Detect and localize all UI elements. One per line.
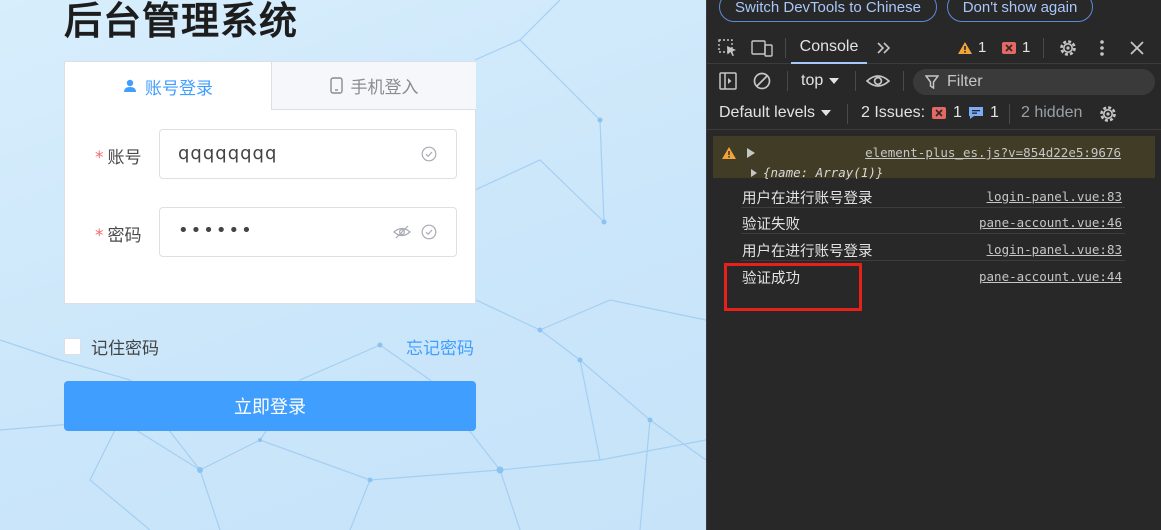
user-icon [123, 79, 137, 93]
error-count: 1 [1022, 39, 1031, 56]
chevron-double-right-icon[interactable] [873, 38, 895, 58]
devtools-info-bar: Switch DevTools to Chinese Don't show ag… [707, 0, 1161, 28]
warning-triangle-icon [958, 41, 972, 54]
console-warning: element-plus_es.js?v=854d22e5:9676 {name… [713, 136, 1155, 180]
log-source-link[interactable]: login-panel.vue:83 [987, 242, 1122, 257]
toolbar-separator [903, 71, 904, 91]
password-label: * 密码 [95, 221, 142, 246]
devtools-tabbar: Console 1 1 [707, 32, 1161, 64]
log-source-link[interactable]: pane-account.vue:46 [979, 215, 1122, 230]
issues-label: 2 Issues: [861, 104, 926, 121]
issues-button[interactable]: 2 Issues: 1 1 [861, 104, 999, 122]
log-message: 验证失败 [742, 217, 800, 233]
close-icon[interactable] [1127, 38, 1147, 58]
toolbar-separator [855, 71, 856, 91]
check-circle-icon [421, 146, 439, 164]
filter-placeholder: Filter [947, 73, 983, 90]
forgot-password-link[interactable]: 忘记密码 [406, 334, 474, 359]
log-message: 用户在进行账号登录 [742, 244, 873, 260]
log-source-link[interactable]: login-panel.vue:83 [987, 189, 1122, 204]
issues-error-count: 1 [953, 104, 962, 121]
tab-account-login[interactable]: 账号登录 [65, 62, 271, 110]
remember-label: 记住密码 [91, 339, 159, 359]
account-row: * 账号 qqqqqqqq [65, 129, 475, 179]
warning-object[interactable]: {name: Array(1)} [763, 165, 883, 180]
console-log-row: 用户在进行账号登录 login-panel.vue:83 [741, 182, 1125, 208]
caret-down-icon [821, 110, 832, 116]
toolbar-separator [1009, 104, 1010, 124]
account-label-text: 账号 [107, 148, 142, 168]
log-message: 用户在进行账号登录 [742, 191, 873, 207]
inspect-element-icon[interactable] [717, 38, 739, 58]
eye-icon[interactable] [865, 71, 891, 91]
remember-checkbox[interactable] [64, 338, 81, 355]
toolbar-separator [787, 71, 788, 91]
annotation-highlight-box [724, 263, 862, 311]
password-input-value: •••••• [178, 220, 254, 241]
clear-console-icon[interactable] [751, 71, 773, 91]
filter-input[interactable]: Filter [913, 69, 1155, 95]
issues-info-count: 1 [989, 104, 999, 121]
log-levels-dropdown[interactable]: Default levels [719, 104, 832, 122]
warning-badge[interactable]: 1 [957, 39, 986, 56]
filter-funnel-icon [925, 75, 939, 89]
error-badge[interactable]: 1 [1001, 39, 1030, 56]
login-button[interactable]: 立即登录 [64, 381, 476, 431]
expand-triangle-icon[interactable] [747, 148, 755, 158]
console-toolbar: top Filter [707, 64, 1161, 98]
settings-gear-icon[interactable] [1057, 37, 1079, 59]
login-tabs: 账号登录 手机登入 [65, 62, 476, 110]
password-label-text: 密码 [107, 226, 142, 246]
more-options-icon[interactable] [1093, 37, 1111, 59]
sidebar-toggle-icon[interactable] [717, 71, 739, 91]
console-log-row: 用户在进行账号登录 login-panel.vue:83 [741, 235, 1125, 261]
toolbar-separator [847, 104, 848, 124]
dont-show-again-button[interactable]: Don't show again [947, 0, 1093, 22]
warning-triangle-icon [722, 147, 736, 159]
tabbar-separator [1043, 38, 1044, 58]
required-mark: * [95, 148, 104, 168]
devtools-panel: Switch DevTools to Chinese Don't show ag… [706, 0, 1161, 530]
login-panel: 账号登录 手机登入 * 账号 qqqqqqqq * 密码 •••••• [64, 61, 476, 304]
switch-language-button[interactable]: Switch DevTools to Chinese [719, 0, 937, 22]
tabbar-separator [785, 38, 786, 58]
phone-icon [329, 77, 343, 94]
hidden-count: 2 hidden [1021, 104, 1083, 121]
tab-account-label: 账号登录 [145, 78, 213, 99]
account-input[interactable]: qqqqqqqq [159, 129, 457, 179]
page-title: 后台管理系统 [64, 0, 299, 43]
tab-console[interactable]: Console [791, 32, 867, 64]
log-source-link[interactable]: pane-account.vue:44 [979, 269, 1122, 284]
console-log-row: 验证失败 pane-account.vue:46 [741, 208, 1125, 234]
account-label: * 账号 [95, 143, 142, 168]
info-message-icon [968, 107, 983, 119]
error-icon [932, 107, 947, 119]
account-input-value: qqqqqqqq [178, 143, 278, 164]
context-selector[interactable]: top [801, 72, 840, 90]
eye-hide-icon[interactable] [393, 224, 411, 242]
tab-phone-label: 手机登入 [350, 78, 419, 98]
required-mark: * [95, 226, 104, 246]
context-label: top [801, 72, 824, 89]
caret-down-icon [829, 78, 840, 84]
warning-source-link[interactable]: element-plus_es.js?v=854d22e5:9676 [865, 145, 1121, 160]
error-icon [1002, 41, 1016, 54]
password-input[interactable]: •••••• [159, 207, 457, 257]
console-messages: element-plus_es.js?v=854d22e5:9676 {name… [707, 131, 1161, 530]
console-settings-gear-icon[interactable] [1097, 103, 1119, 125]
console-toolbar-levels: Default levels 2 Issues: 1 1 2 hidden [707, 98, 1161, 130]
remember-password[interactable]: 记住密码 [64, 334, 159, 359]
password-row: * 密码 •••••• [65, 207, 475, 257]
warning-count: 1 [978, 39, 987, 56]
login-page: 后台管理系统 账号登录 手机登入 * 账号 qqqqqqqq * 密码 ••••… [0, 0, 706, 530]
check-circle-icon [421, 224, 439, 242]
log-levels-label: Default levels [719, 104, 816, 121]
expand-triangle-icon[interactable] [751, 169, 757, 177]
tab-phone-login[interactable]: 手机登入 [271, 62, 476, 110]
device-toolbar-icon[interactable] [751, 38, 773, 58]
